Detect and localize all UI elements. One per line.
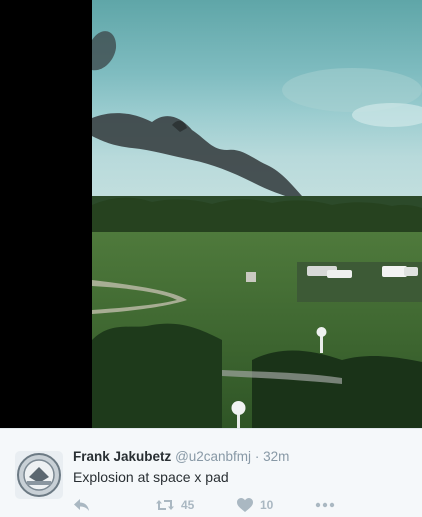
header-separator: · (254, 449, 260, 464)
like-button[interactable]: 10 (236, 497, 273, 513)
retweet-button[interactable]: 45 (155, 497, 194, 513)
explosion-photo (92, 0, 422, 428)
like-count: 10 (260, 498, 274, 512)
tweet-text: Explosion at space x pad (73, 469, 229, 485)
retweet-count: 45 (181, 498, 195, 512)
reply-icon (74, 499, 89, 511)
reply-button[interactable] (73, 497, 91, 513)
tweet-card: Frank Jakubetz @u2canbfmj · 32m Explosio… (0, 428, 422, 517)
tweet-timestamp[interactable]: 32m (263, 449, 289, 464)
retweet-icon (156, 500, 174, 510)
display-name[interactable]: Frank Jakubetz (73, 449, 171, 464)
avatar[interactable] (15, 451, 63, 499)
more-icon (315, 502, 335, 508)
user-handle[interactable]: @u2canbfmj (175, 449, 251, 464)
tweet-actions: 45 10 (73, 497, 413, 515)
heart-icon (237, 498, 253, 512)
tweet-header: Frank Jakubetz @u2canbfmj · 32m (73, 449, 289, 464)
tweet-media[interactable] (0, 0, 422, 428)
more-button[interactable] (315, 497, 335, 513)
